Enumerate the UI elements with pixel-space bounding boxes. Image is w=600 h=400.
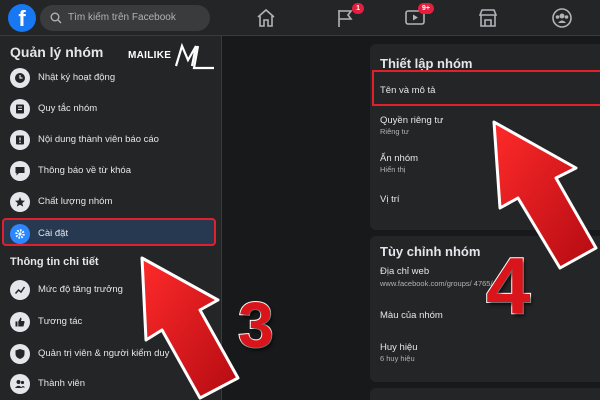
search-icon xyxy=(50,12,62,24)
sidebar-item-label: Nội dung thành viên báo cáo xyxy=(38,134,159,145)
panel-title: Thiết lập nhóm xyxy=(380,56,473,71)
name-description-highlight xyxy=(372,70,600,106)
sidebar-item-member-reports[interactable]: Nội dung thành viên báo cáo xyxy=(4,126,216,154)
location-row[interactable]: Vị trí xyxy=(380,194,400,205)
sidebar-title: Quản lý nhóm xyxy=(10,44,104,60)
watch-video-icon[interactable]: 9+ xyxy=(403,3,434,30)
insights-section-title: Thông tin chi tiết xyxy=(10,256,99,268)
sidebar-item-engagement[interactable]: Tương tác xyxy=(4,308,216,336)
privacy-value: Riêng tư xyxy=(380,127,409,136)
badges-row[interactable]: Huy hiệu xyxy=(380,342,418,353)
sidebar-item-label: Nhật ký hoạt động xyxy=(38,72,116,83)
mailike-watermark: MAILIKE xyxy=(128,42,214,70)
clock-icon xyxy=(10,68,30,88)
web-address-value: www.facebook.com/groups/ 4765/ xyxy=(380,279,493,288)
web-address-row[interactable]: Địa chỉ web xyxy=(380,266,429,277)
sidebar-item-label: Chất lượng nhóm xyxy=(38,196,113,207)
sidebar-item-settings[interactable]: Cài đặt xyxy=(2,218,216,246)
step-4-label: 4 xyxy=(485,240,531,331)
sidebar-item-label: Quy tắc nhóm xyxy=(38,103,98,114)
sidebar-item-label: Cài đặt xyxy=(38,228,69,239)
hide-group-value: Hiển thị xyxy=(380,165,406,174)
panel-title: Tùy chỉnh nhóm xyxy=(380,244,481,259)
sidebar-item-label: Thành viên xyxy=(38,378,86,389)
sidebar-item-members[interactable]: Thành viên xyxy=(4,370,216,398)
group-color-row[interactable]: Màu của nhóm xyxy=(380,310,443,321)
search-placeholder: Tìm kiếm trên Facebook xyxy=(68,12,176,23)
pages-flag-icon[interactable]: 1 xyxy=(333,3,364,30)
sidebar-item-keyword-alerts[interactable]: Thông báo về từ khóa xyxy=(4,157,216,185)
ml-logo-icon xyxy=(174,42,214,70)
sidebar-item-growth[interactable]: Mức độ tăng trưởng xyxy=(4,276,216,304)
step-3-label: 3 xyxy=(237,288,275,362)
home-icon[interactable] xyxy=(254,6,278,30)
hide-group-row[interactable]: Ẩn nhóm xyxy=(380,153,418,164)
next-panel xyxy=(370,388,600,400)
members-icon xyxy=(10,374,30,394)
sidebar-item-label: Quản trị viên & người kiểm duy xyxy=(38,348,170,359)
search-input[interactable]: Tìm kiếm trên Facebook xyxy=(40,5,210,31)
shield-icon xyxy=(10,344,30,364)
group-management-sidebar: Quản lý nhóm Nhật ký hoạt động Quy tắc n… xyxy=(0,36,222,400)
sidebar-item-label: Tương tác xyxy=(38,316,83,327)
groups-icon[interactable] xyxy=(550,6,574,30)
sidebar-item-label: Thông báo về từ khóa xyxy=(38,165,131,176)
top-navigation-bar: f Tìm kiếm trên Facebook 1 9+ xyxy=(0,0,600,36)
sidebar-item-group-rules[interactable]: Quy tắc nhóm xyxy=(4,95,216,123)
marketplace-store-icon[interactable] xyxy=(476,6,500,30)
book-icon xyxy=(10,99,30,119)
thumbs-up-icon xyxy=(10,312,30,332)
gear-icon xyxy=(10,224,30,244)
watch-badge: 9+ xyxy=(418,3,434,14)
star-icon xyxy=(10,192,30,212)
pages-badge: 1 xyxy=(352,3,364,14)
sidebar-item-label: Mức độ tăng trưởng xyxy=(38,284,123,295)
speech-bubble-icon xyxy=(10,161,30,181)
sidebar-item-admins[interactable]: Quản trị viên & người kiểm duy xyxy=(4,340,216,368)
facebook-logo-icon[interactable]: f xyxy=(8,4,36,32)
privacy-row[interactable]: Quyền riêng tư xyxy=(380,115,443,126)
sidebar-item-group-quality[interactable]: Chất lượng nhóm xyxy=(4,188,216,216)
watermark-text: MAILIKE xyxy=(128,50,172,61)
badges-value: 6 huy hiệu xyxy=(380,354,415,363)
customize-group-panel: Tùy chỉnh nhóm Địa chỉ web www.facebook.… xyxy=(370,236,600,382)
report-icon xyxy=(10,130,30,150)
growth-chart-icon xyxy=(10,280,30,300)
